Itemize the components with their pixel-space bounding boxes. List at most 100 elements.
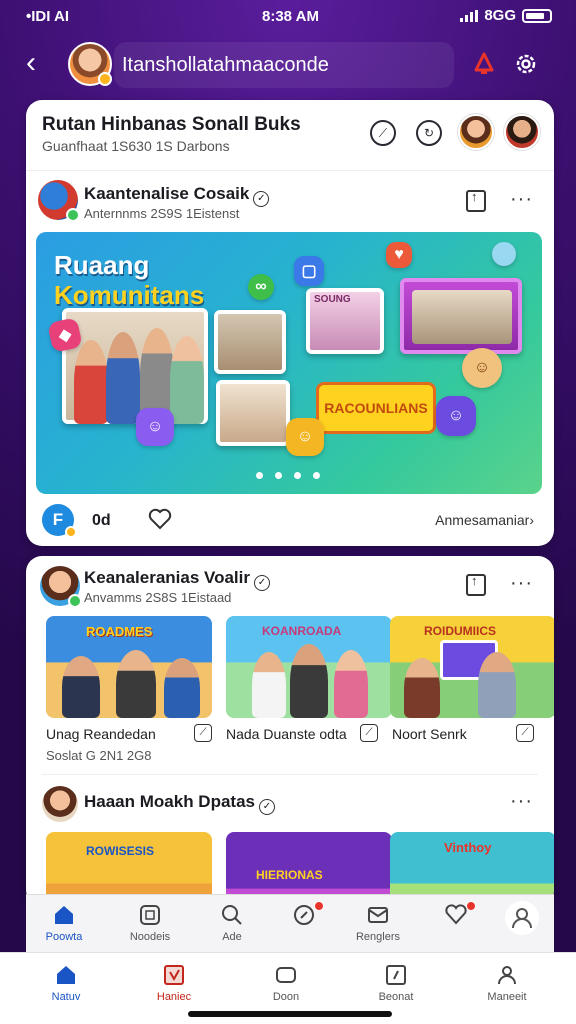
photo-group: [214, 310, 286, 374]
carousel-dots[interactable]: [256, 472, 320, 479]
tab-search[interactable]: Ade: [210, 903, 254, 943]
page-title[interactable]: Itanshollatahmaaconde: [114, 42, 454, 88]
more-icon[interactable]: ···: [510, 189, 533, 209]
link-sticker-icon: ∞: [248, 274, 274, 300]
calendar-icon: [164, 965, 184, 985]
heart-sticker-icon: ♥: [386, 242, 412, 268]
banner-title: Ruaang Komunitans: [54, 250, 204, 310]
person-figure: [252, 652, 286, 718]
tab-label: Ade: [222, 931, 242, 943]
more-icon[interactable]: ···: [510, 573, 533, 593]
flag-icon: [386, 965, 406, 985]
more-icon[interactable]: ···: [510, 791, 533, 811]
bell-icon[interactable]: [470, 50, 498, 78]
sync-icon[interactable]: ↻: [416, 120, 442, 146]
post-subtitle: Anvamms 2S8S 1Eistaad: [84, 590, 232, 605]
tab-chat[interactable]: Doon: [264, 963, 308, 1003]
post-title[interactable]: Keanaleranias Voalir ✓: [84, 568, 270, 591]
tab-inbox[interactable]: Renglers: [350, 903, 406, 943]
post-title-text: Keanaleranias Voalir: [84, 568, 250, 587]
person-icon: [505, 901, 539, 935]
notification-badge: [466, 901, 476, 911]
edit-icon[interactable]: ⟋: [516, 724, 534, 742]
compass-icon[interactable]: ⟋: [370, 120, 396, 146]
tab-calendar[interactable]: Haniec: [152, 963, 196, 1003]
member-avatar[interactable]: [458, 114, 494, 150]
banner-ribbon: RACOUNLIANS: [316, 382, 436, 434]
post-title[interactable]: Kaantenalise Cosaik ✓: [84, 184, 270, 207]
home-icon: [55, 906, 73, 924]
person-figure: [404, 658, 440, 718]
online-dot: [66, 208, 80, 222]
signal-icon: [460, 9, 479, 22]
online-dot: [98, 72, 112, 86]
member-avatar[interactable]: [504, 114, 540, 150]
inbox-icon: [368, 907, 388, 923]
emoji-sticker-icon: ☺: [136, 408, 174, 446]
tab-label: Noodeis: [129, 931, 171, 943]
thumbnail-sign: ROIDUMIICS: [424, 624, 496, 638]
tab-home[interactable]: Natuv: [44, 963, 88, 1003]
tab-profile[interactable]: Maneeit: [482, 963, 532, 1003]
gear-icon[interactable]: [512, 50, 540, 78]
reactor-avatar[interactable]: F: [42, 504, 77, 538]
person-icon: [498, 966, 516, 985]
avatar[interactable]: [68, 42, 112, 86]
edit-icon[interactable]: ⟋: [360, 724, 378, 742]
inner-tab-bar: Poowta Noodeis Ade Renglers: [26, 894, 554, 952]
tab-nodes[interactable]: Noodeis: [122, 903, 178, 943]
thumbnail-caption: Noort Senrk: [392, 726, 467, 742]
post-avatar[interactable]: [40, 566, 82, 608]
tab-home[interactable]: Poowta: [40, 903, 88, 943]
verified-icon: ✓: [253, 191, 270, 207]
video-thumbnail[interactable]: ROIDUMIICS: [390, 616, 554, 718]
video-thumbnail[interactable]: ROADMES: [46, 616, 212, 718]
person-figure: [62, 656, 100, 718]
see-more-link[interactable]: Anmesamaniar›: [435, 512, 534, 528]
post-avatar[interactable]: [42, 786, 78, 822]
status-right: 8GG: [460, 7, 552, 24]
chat-icon: [276, 967, 296, 983]
photo-caption: SOUNG: [314, 294, 351, 305]
share-icon[interactable]: [466, 189, 486, 212]
tab-profile[interactable]: [502, 901, 542, 939]
tab-label: Beonat: [378, 991, 414, 1003]
divider: [26, 170, 554, 171]
tab-label: Doon: [272, 991, 300, 1003]
battery-icon: [522, 8, 552, 23]
emoji-sticker-icon: ☺: [436, 396, 476, 436]
chevron-left-icon[interactable]: ‹: [26, 48, 54, 78]
tab-favorites[interactable]: [434, 901, 478, 931]
carrier-label: •IDI AI: [26, 8, 70, 25]
banner-line-1: Ruaang: [54, 250, 150, 280]
post-title[interactable]: Haaan Moakh Dpatas ✓: [84, 792, 275, 815]
photo-group: SOUNG: [306, 288, 384, 354]
person-figure: [74, 340, 108, 424]
post-avatar[interactable]: [38, 180, 80, 222]
tab-flag[interactable]: Beonat: [374, 963, 418, 1003]
emoji-sticker-icon: ☺: [462, 348, 502, 388]
home-icon: [57, 966, 75, 984]
tab-explore[interactable]: [282, 901, 326, 931]
group-card: Rutan Hinbanas Sonall Buks Guanfhaat 1S6…: [26, 100, 554, 546]
tab-label: Poowta: [45, 931, 83, 943]
share-icon[interactable]: [466, 573, 486, 596]
post-title-text: Haaan Moakh Dpatas: [84, 792, 255, 811]
thumbnail-sign: ROADMES: [86, 624, 153, 639]
tablet-screen: [412, 290, 512, 344]
post-title-text: Kaantenalise Cosaik: [84, 184, 250, 203]
post-image-banner[interactable]: Ruaang Komunitans SOUNG RACOUNLIANS ◆ ☺ …: [36, 232, 542, 494]
video-thumbnail[interactable]: KOANROADA: [226, 616, 392, 718]
divider: [42, 774, 538, 775]
thumbnail-caption: Nada Duanste odta: [226, 726, 347, 742]
emoji-sticker-icon: ☺: [286, 418, 324, 456]
edit-icon[interactable]: ⟋: [194, 724, 212, 742]
tablet-photo: [400, 278, 522, 354]
heart-icon[interactable]: [148, 508, 172, 530]
person-figure: [334, 650, 368, 718]
person-figure: [106, 332, 140, 424]
person-figure: [170, 336, 204, 424]
post-meta: Soslat G 2N1 2G8: [46, 748, 152, 763]
photo-group: [216, 380, 290, 446]
person-figure: [116, 650, 156, 718]
